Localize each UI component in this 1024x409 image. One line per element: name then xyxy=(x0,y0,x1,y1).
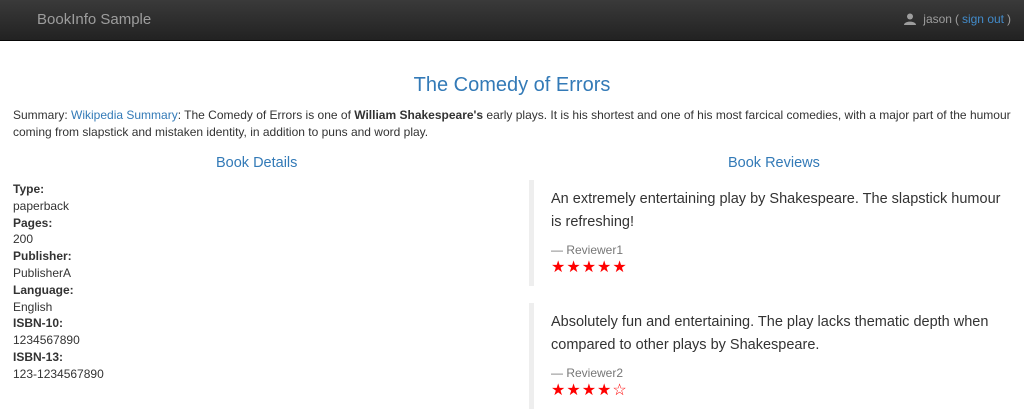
detail-value-isbn13: 123-1234567890 xyxy=(13,366,104,381)
summary-text-1: : The Comedy of Errors is one of xyxy=(177,108,355,122)
detail-value-language: English xyxy=(13,299,53,314)
wikipedia-summary-link[interactable]: Wikipedia Summary xyxy=(71,108,178,122)
user-name: jason xyxy=(923,12,952,26)
detail-value-isbn10: 1234567890 xyxy=(13,333,80,348)
book-details-heading: Book Details xyxy=(216,155,298,171)
reviewer-name: — Reviewer1 xyxy=(551,243,624,257)
summary-prefix: Summary: xyxy=(13,108,72,122)
star-rating: ★★★★☆ xyxy=(551,382,628,399)
review-card: Absolutely fun and entertaining. The pla… xyxy=(529,303,1009,409)
reviewer-name: — Reviewer2 xyxy=(551,366,624,380)
detail-value-type: paperback xyxy=(13,198,70,213)
navbar: BookInfo Sample jason ( sign out ) xyxy=(0,0,1024,41)
user-icon xyxy=(904,13,917,25)
book-details-list: Type: paperback Pages: 200 Publisher: Pu… xyxy=(13,181,104,383)
detail-label-pages: Pages: xyxy=(13,215,53,230)
user-info: jason ( sign out ) xyxy=(904,12,1014,26)
detail-label-language: Language: xyxy=(13,282,74,297)
book-reviews-heading: Book Reviews xyxy=(728,155,820,171)
book-summary: Summary: Wikipedia Summary: The Comedy o… xyxy=(13,107,1013,141)
detail-label-type: Type: xyxy=(13,182,45,196)
star-rating: ★★★★★ xyxy=(551,259,628,276)
detail-value-pages: 200 xyxy=(13,232,34,247)
summary-author: William Shakespeare's xyxy=(354,108,484,122)
sign-out-link[interactable]: sign out xyxy=(962,12,1004,26)
detail-label-isbn13: ISBN-13: xyxy=(13,349,64,364)
brand-link[interactable]: BookInfo Sample xyxy=(37,11,151,28)
detail-label-publisher: Publisher: xyxy=(13,249,72,264)
paren-close: ) xyxy=(1007,12,1011,26)
review-text: Absolutely fun and entertaining. The pla… xyxy=(551,314,989,353)
detail-value-publisher: PublisherA xyxy=(13,265,72,280)
detail-label-isbn10: ISBN-10: xyxy=(13,316,64,331)
paren-open: ( xyxy=(954,12,959,26)
review-card: An extremely entertaining play by Shakes… xyxy=(529,180,1009,286)
book-title: The Comedy of Errors xyxy=(413,74,611,96)
review-text: An extremely entertaining play by Shakes… xyxy=(551,191,1001,230)
